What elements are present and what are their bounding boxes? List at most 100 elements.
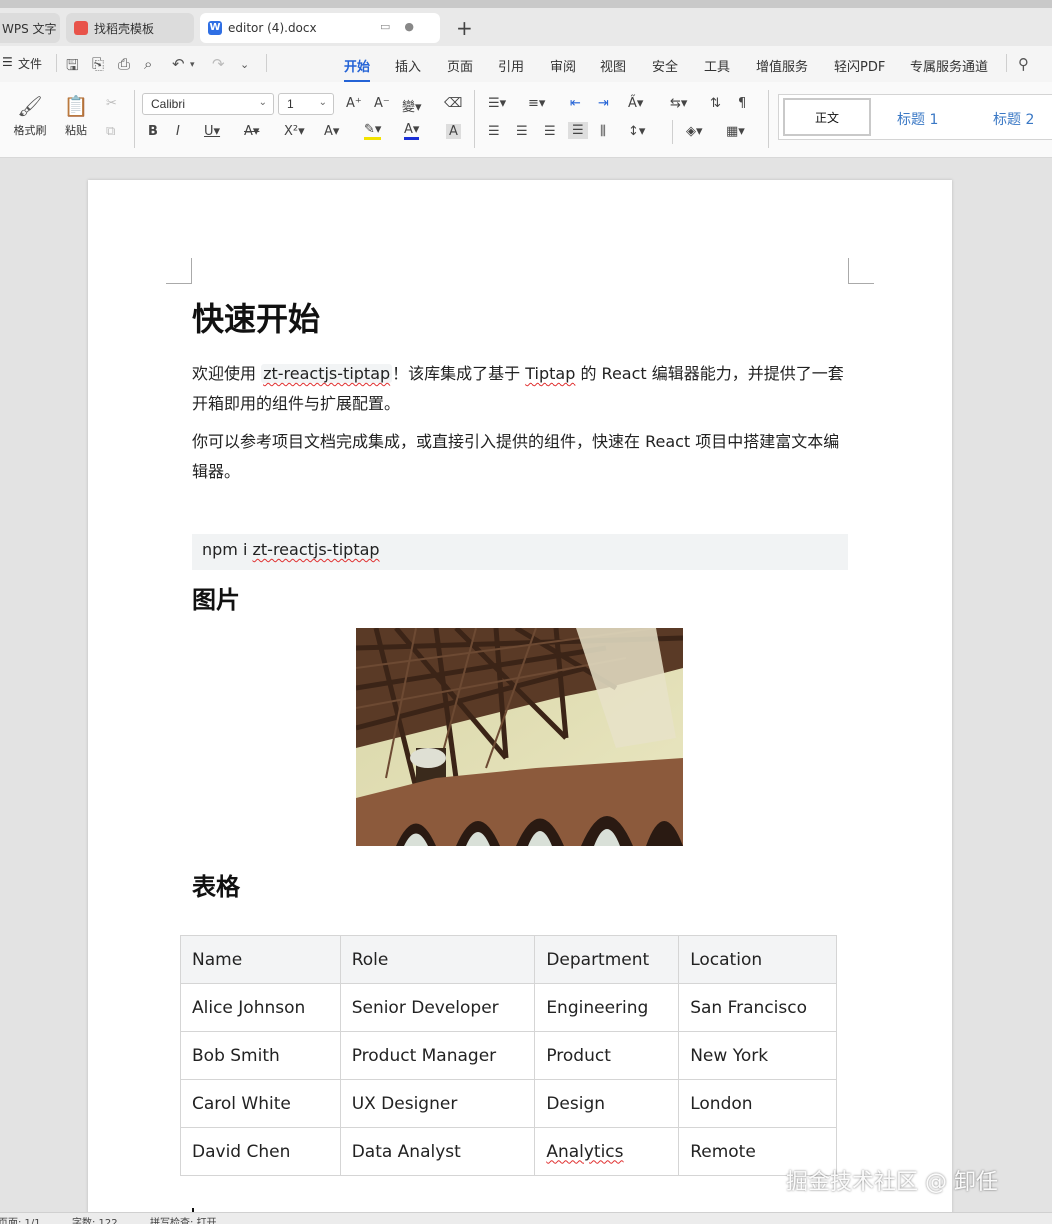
menu-service-channel[interactable]: 专属服务通道 <box>910 56 988 75</box>
shading-icon[interactable]: ◈▾ <box>686 124 703 139</box>
align-right-icon[interactable]: ☰ <box>544 124 556 139</box>
style-heading-1[interactable]: 标题 1 <box>897 109 938 129</box>
table-cell[interactable]: Carol White <box>180 1079 341 1128</box>
hamburger-icon[interactable]: ☰ <box>2 55 13 69</box>
menu-review[interactable]: 审阅 <box>550 56 576 75</box>
table-cell[interactable]: London <box>678 1079 837 1128</box>
table-cell[interactable]: Engineering <box>534 983 680 1032</box>
numbered-list-icon[interactable]: ≡▾ <box>528 96 545 111</box>
table-cell[interactable]: New York <box>678 1031 837 1080</box>
grow-font-icon[interactable]: A⁺ <box>346 96 362 111</box>
docer-icon <box>74 21 88 35</box>
show-marks-icon[interactable]: ¶ <box>738 96 746 111</box>
style-gallery: 正文 标题 1 标题 2 <box>778 94 1052 140</box>
border-icon[interactable]: ▦▾ <box>726 124 745 139</box>
print-icon[interactable]: ⎙ <box>118 55 130 73</box>
print-preview-icon[interactable]: ⌕ <box>144 55 152 73</box>
code-block[interactable]: npm i zt-reactjs-tiptap <box>192 534 848 570</box>
superscript-icon[interactable]: X²▾ <box>284 124 305 139</box>
save-icon[interactable]: 🖫 <box>66 55 79 80</box>
tab-document[interactable]: W editor (4).docx ▭● <box>200 13 440 43</box>
align-center-icon[interactable]: ☰ <box>516 124 528 139</box>
body-paragraph[interactable]: 你可以参考项目文档完成集成，或直接引入提供的组件，快速在 React 项目中搭建… <box>192 427 848 487</box>
text-direction-icon[interactable]: ⇆▾ <box>670 96 687 111</box>
char-shading-icon[interactable]: A <box>446 124 461 139</box>
cut-icon[interactable]: ✂ <box>106 96 117 111</box>
table-cell[interactable]: Product <box>534 1031 680 1080</box>
bullet-list-icon[interactable]: ☰▾ <box>488 96 506 111</box>
increase-indent-icon[interactable]: ⇥ <box>598 96 609 111</box>
tab-wps-writer[interactable]: WPS 文字 <box>0 13 60 43</box>
bridge-photo[interactable] <box>356 628 683 846</box>
intro-paragraph[interactable]: 欢迎使用 zt-reactjs-tiptap ！该库集成了基于 Tiptap 的 … <box>192 359 848 419</box>
line-spacing-icon[interactable]: ↕▾ <box>628 124 645 139</box>
copy-icon[interactable]: ⧉ <box>106 124 115 139</box>
table-cell[interactable]: Senior Developer <box>339 983 536 1032</box>
word-doc-icon: W <box>208 21 222 35</box>
chinese-layout-icon[interactable]: A̋▾ <box>628 96 643 111</box>
menu-home[interactable]: 开始 <box>344 56 371 82</box>
style-heading-2[interactable]: 标题 2 <box>993 109 1034 129</box>
format-painter-label: 格式刷 <box>13 124 47 137</box>
phonetic-guide-icon[interactable]: 變▾ <box>402 96 422 115</box>
bold-icon[interactable]: B <box>148 124 158 139</box>
menu-insert[interactable]: 插入 <box>395 56 421 75</box>
paste-button[interactable]: 📋 粘贴 <box>58 94 94 138</box>
status-spellcheck[interactable]: 拼写检查: 打开 <box>150 1214 217 1224</box>
menu-page[interactable]: 页面 <box>447 56 473 75</box>
table-cell[interactable]: UX Designer <box>339 1079 536 1128</box>
table-cell[interactable]: Bob Smith <box>180 1031 341 1080</box>
highlight-icon[interactable]: ✎▾ <box>364 122 382 140</box>
table-cell[interactable]: Design <box>534 1079 680 1128</box>
menu-security[interactable]: 安全 <box>652 56 678 75</box>
menu-references[interactable]: 引用 <box>498 56 524 75</box>
justify-icon[interactable]: ☰ <box>568 122 588 139</box>
menu-tools[interactable]: 工具 <box>704 56 730 75</box>
table-cell[interactable]: Data Analyst <box>339 1127 536 1176</box>
table-cell[interactable]: Alice Johnson <box>180 983 341 1032</box>
new-tab-button[interactable]: + <box>456 16 473 40</box>
font-color-icon[interactable]: A▾ <box>404 122 420 140</box>
status-word-count[interactable]: 字数: 122 <box>72 1214 118 1224</box>
shrink-font-icon[interactable]: A⁻ <box>374 96 390 111</box>
font-name-select[interactable]: Calibri ⌄ <box>142 93 274 115</box>
underline-icon[interactable]: U▾ <box>204 124 220 139</box>
menu-view[interactable]: 视图 <box>600 56 626 75</box>
paste-icon: 📋 <box>63 94 89 118</box>
status-page[interactable]: 页面: 1/1 <box>0 1214 41 1224</box>
table-header-cell[interactable]: Department <box>534 935 680 984</box>
table-cell[interactable]: Product Manager <box>339 1031 536 1080</box>
decrease-indent-icon[interactable]: ⇤ <box>570 96 581 111</box>
code-package: zt-reactjs-tiptap <box>252 540 380 559</box>
format-painter-button[interactable]: 🖌 格式刷 <box>10 94 50 138</box>
more-chevron-icon[interactable]: ⌄ <box>240 58 249 71</box>
align-left-icon[interactable]: ☰ <box>488 124 500 139</box>
menu-value-added[interactable]: 增值服务 <box>756 56 808 75</box>
style-normal[interactable]: 正文 <box>783 98 871 136</box>
distributed-icon[interactable]: ⫼ <box>600 124 606 139</box>
tab-template[interactable]: 找稻壳模板 <box>66 13 194 43</box>
strikethrough-icon[interactable]: A▾ <box>244 124 259 139</box>
sort-icon[interactable]: ⇅ <box>710 96 721 111</box>
undo-icon[interactable]: ↶ <box>172 55 185 73</box>
table-cell[interactable]: Analytics <box>534 1127 680 1176</box>
search-icon[interactable]: ⚲ <box>1018 55 1029 73</box>
menu-pdf[interactable]: 轻闪PDF <box>834 56 885 75</box>
redo-icon[interactable]: ↷ <box>212 55 225 73</box>
table-header-cell[interactable]: Location <box>678 935 837 984</box>
undo-dropdown-icon[interactable]: ▾ <box>190 60 195 70</box>
table-cell[interactable]: David Chen <box>180 1127 341 1176</box>
data-table[interactable]: Name Role Department Location Alice John… <box>180 935 837 1176</box>
table-cell[interactable]: San Francisco <box>678 983 837 1032</box>
table-header-cell[interactable]: Name <box>180 935 341 984</box>
italic-icon[interactable]: I <box>176 124 180 139</box>
table-header-cell[interactable]: Role <box>339 935 536 984</box>
tab-window-icons[interactable]: ▭● <box>380 20 428 33</box>
divider <box>266 54 267 72</box>
text-effect-icon[interactable]: A▾ <box>324 124 339 139</box>
clear-format-icon[interactable]: ⌫ <box>444 96 462 111</box>
font-size-select[interactable]: 1 ⌄ <box>278 93 334 115</box>
margin-corner-right <box>848 258 874 284</box>
export-icon[interactable]: ⎘ <box>92 55 104 73</box>
file-menu[interactable]: 文件 <box>18 55 42 72</box>
